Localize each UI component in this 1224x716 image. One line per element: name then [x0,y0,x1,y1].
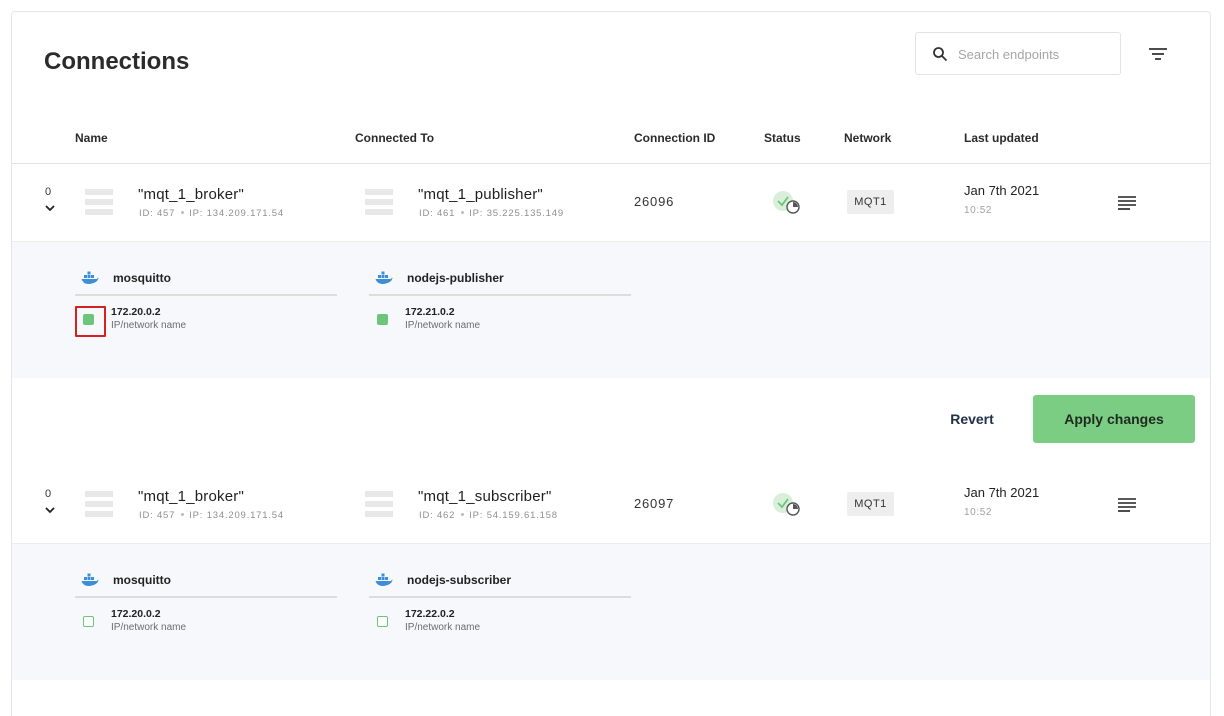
status-check-icon [773,191,800,214]
docker-icon [375,573,393,586]
connection-id: 26097 [634,496,675,511]
list-icon [365,491,393,517]
network-label: IP/network name [111,622,187,633]
menu-icon[interactable] [1117,497,1137,513]
network-badge: MQT1 [847,492,894,516]
container-name: mosquitto [113,573,171,587]
source-name[interactable]: "mqt_1_broker" [138,186,244,203]
source-meta: ID: 457 IP: 134.209.171.54 [139,208,284,219]
updated-date: Jan 7th 2021 [964,485,1040,500]
target-meta: ID: 461 IP: 35.225.135.149 [419,208,564,219]
row-count: 0 [45,186,52,198]
target-name[interactable]: "mqt_1_subscriber" [418,488,551,505]
network-label: IP/network name [405,320,481,331]
docker-icon [375,271,393,284]
list-icon [85,189,113,215]
network-checkbox[interactable] [75,306,106,337]
updated-time: 10:52 [964,205,993,216]
search-box[interactable] [915,32,1121,75]
updated-date: Jan 7th 2021 [964,183,1040,198]
network-item[interactable]: 172.20.0.2 IP/network name [75,608,337,646]
search-icon [933,47,947,61]
network-ip: 172.20.0.2 [111,306,161,318]
col-header-name[interactable]: Name [75,131,108,145]
network-item[interactable]: 172.20.0.2 IP/network name [75,306,337,344]
container-header: nodejs-subscriber [369,570,631,598]
network-item[interactable]: 172.21.0.2 IP/network name [369,306,631,344]
row-count: 0 [45,488,52,500]
table-row[interactable]: 0 "mqt_1_broker" ID: 457 IP: 134.209.171.… [12,164,1210,241]
network-checkbox[interactable] [83,616,94,627]
status-check-icon [773,493,800,516]
network-badge: MQT1 [847,190,894,214]
connection-detail-panel: mosquitto 172.20.0.2 IP/network name nod… [12,241,1210,378]
container-header: nodejs-publisher [369,268,631,296]
apply-changes-button[interactable]: Apply changes [1033,395,1195,443]
container-header: mosquitto [75,570,337,598]
table-row[interactable]: 0 "mqt_1_broker" ID: 457 IP: 134.209.171.… [12,466,1210,543]
network-label: IP/network name [111,320,187,331]
connections-card: Connections Name Connected To Connection… [11,11,1211,716]
connection-detail-panel: mosquitto 172.20.0.2 IP/network name nod… [12,543,1210,680]
container-header: mosquitto [75,268,337,296]
network-checkbox[interactable] [377,616,388,627]
col-header-status[interactable]: Status [764,131,801,145]
docker-icon [81,573,99,586]
source-name[interactable]: "mqt_1_broker" [138,488,244,505]
source-meta: ID: 457 IP: 134.209.171.54 [139,510,284,521]
list-icon [365,189,393,215]
target-meta: ID: 462 IP: 54.159.61.158 [419,510,558,521]
network-ip: 172.20.0.2 [111,608,161,620]
container-target: nodejs-publisher 172.21.0.2 IP/network n… [369,268,631,344]
col-header-network[interactable]: Network [844,131,891,145]
chevron-down-icon[interactable] [44,203,56,213]
chevron-down-icon[interactable] [44,505,56,515]
filter-icon[interactable] [1146,44,1170,64]
updated-time: 10:52 [964,507,993,518]
container-name: mosquitto [113,271,171,285]
network-label: IP/network name [405,622,481,633]
page-title: Connections [44,48,190,75]
revert-button[interactable]: Revert [937,407,1007,431]
network-checkbox[interactable] [377,314,388,325]
network-ip: 172.22.0.2 [405,608,455,620]
container-source: mosquitto 172.20.0.2 IP/network name [75,268,337,344]
network-ip: 172.21.0.2 [405,306,455,318]
container-name: nodejs-subscriber [407,573,512,587]
menu-icon[interactable] [1117,195,1137,211]
container-source: mosquitto 172.20.0.2 IP/network name [75,570,337,646]
docker-icon [81,271,99,284]
network-item[interactable]: 172.22.0.2 IP/network name [369,608,631,646]
col-header-last-updated[interactable]: Last updated [964,131,1039,145]
target-name[interactable]: "mqt_1_publisher" [418,186,543,203]
search-input[interactable] [958,43,1108,65]
container-target: nodejs-subscriber 172.22.0.2 IP/network … [369,570,631,646]
col-header-connection-id[interactable]: Connection ID [634,131,715,145]
container-name: nodejs-publisher [407,271,504,285]
col-header-connected-to[interactable]: Connected To [355,131,434,145]
list-icon [85,491,113,517]
connection-id: 26096 [634,194,675,209]
